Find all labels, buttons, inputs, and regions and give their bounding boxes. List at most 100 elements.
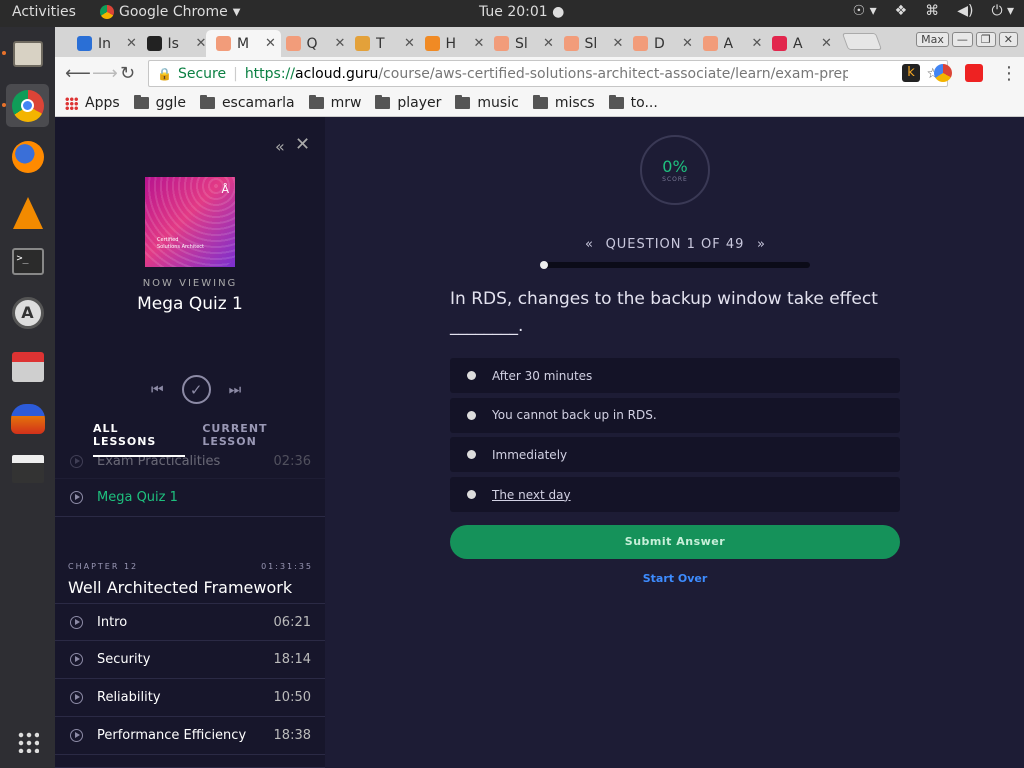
browser-tab[interactable]: Q ✕ — [276, 30, 351, 57]
browser-tab[interactable]: T ✕ — [345, 30, 420, 57]
chrome-icon[interactable] — [6, 84, 49, 127]
new-tab-button[interactable] — [841, 33, 883, 50]
installer-icon[interactable] — [6, 345, 49, 388]
close-tab-icon[interactable]: ✕ — [821, 36, 837, 51]
vlc-icon[interactable] — [6, 191, 49, 234]
clock[interactable]: Tue 20:01 ● — [479, 4, 564, 20]
audacity-icon[interactable] — [6, 397, 49, 440]
browser-tab[interactable]: H ✕ — [415, 30, 490, 57]
tab-title: In — [98, 35, 112, 52]
bookmark-folder[interactable]: escamarla — [199, 95, 295, 111]
submit-answer-button[interactable]: Submit Answer — [450, 525, 900, 559]
lesson-row[interactable]: Reliability 10:50 — [55, 679, 325, 717]
accessibility-icon[interactable]: ☉ ▾ — [853, 3, 877, 19]
course-sidebar: « ✕ Å Certified Solutions Architect NOW … — [55, 117, 325, 768]
lesson-row[interactable]: Exam Practicalities 02:36 — [55, 444, 325, 479]
browser-tab[interactable]: In ✕ — [67, 30, 142, 57]
app-grid-icon[interactable] — [6, 720, 49, 763]
app-menu[interactable]: Google Chrome ▼ — [100, 4, 240, 20]
lesson-duration: 02:36 — [273, 453, 311, 469]
system-top-bar: Activities Google Chrome ▼ Tue 20:01 ● ☉… — [0, 0, 1024, 27]
tab-title: Q — [306, 35, 318, 52]
terminal-icon[interactable]: >_ — [6, 240, 49, 283]
lesson-row[interactable]: Performance Efficiency 18:38 — [55, 717, 325, 755]
lesson-name: Reliability — [97, 690, 161, 705]
radio-icon — [467, 450, 476, 460]
clapper-icon[interactable] — [6, 447, 49, 490]
bookmark-folder[interactable]: mrw — [308, 95, 362, 111]
bookmark-label: Apps — [85, 95, 120, 111]
browser-tab[interactable]: Sl ✕ — [484, 30, 559, 57]
next-question-icon[interactable]: » — [757, 237, 765, 252]
start-over-link[interactable]: Start Over — [450, 572, 900, 585]
now-viewing-label: NOW VIEWING — [142, 278, 238, 289]
answer-option[interactable]: After 30 minutes — [450, 358, 900, 393]
collapse-sidebar-icon[interactable]: « — [275, 137, 285, 156]
lesson-row-partial[interactable] — [55, 755, 325, 768]
chevron-down-icon: ▼ — [232, 6, 241, 18]
play-icon — [70, 615, 83, 629]
previous-lesson-icon[interactable]: ⏮ — [151, 382, 164, 398]
activities-button[interactable]: Activities — [12, 4, 76, 20]
close-sidebar-icon[interactable]: ✕ — [295, 134, 310, 155]
chrome-menu-icon[interactable]: ⋮ — [1000, 63, 1018, 84]
software-updater-icon[interactable]: A — [6, 291, 49, 334]
question-text: In RDS, changes to the backup window tak… — [450, 289, 878, 336]
bookmark-label: mrw — [330, 95, 362, 111]
browser-tab[interactable]: A ✕ — [762, 30, 837, 57]
color-extension-icon[interactable] — [934, 64, 952, 82]
files-icon[interactable] — [6, 32, 49, 75]
bookmark-folder[interactable]: miscs — [532, 95, 595, 111]
address-bar[interactable]: 🔒 Secure | https://acloud.guru/course/aw… — [148, 60, 948, 87]
launcher-dock: >_ A — [0, 27, 55, 768]
bookmark-folder[interactable]: music — [455, 95, 519, 111]
youtube-extension-icon[interactable] — [965, 64, 983, 82]
bookmark-folder[interactable]: to... — [608, 95, 658, 111]
browser-tab[interactable]: A ✕ — [693, 30, 768, 57]
bookmark-folder[interactable]: ggle — [133, 95, 186, 111]
mark-complete-icon[interactable]: ✓ — [181, 375, 211, 404]
k-extension-icon[interactable]: k — [902, 64, 920, 82]
answer-option[interactable]: Immediately — [450, 437, 900, 473]
lesson-row[interactable]: Security 18:14 — [55, 641, 325, 679]
forward-icon[interactable]: ⟶ — [92, 63, 118, 84]
reload-icon[interactable]: ↻ — [120, 63, 135, 84]
tab-favicon-icon — [355, 36, 370, 51]
browser-tab[interactable]: Sl ✕ — [554, 30, 629, 57]
lesson-duration: 18:14 — [273, 652, 311, 667]
browser-tab[interactable]: M ✕ — [206, 30, 281, 57]
browser-tab[interactable]: Is ✕ — [137, 30, 212, 57]
browser-toolbar: ⟵ ⟶ ↻ 🔒 Secure | https://acloud.guru/cou… — [55, 57, 1024, 90]
close-window-button[interactable]: ✕ — [998, 32, 1018, 47]
progress-knob — [540, 261, 548, 269]
minimize-button[interactable]: — — [951, 32, 973, 47]
bookmark-label: to... — [630, 95, 658, 111]
page-content: « ✕ Å Certified Solutions Architect NOW … — [55, 117, 1024, 768]
next-lesson-icon[interactable]: ⏭ — [229, 382, 242, 398]
clock-text: Tue 20:01 — [479, 4, 548, 20]
firefox-icon[interactable] — [6, 135, 49, 178]
power-icon[interactable]: ⏻ ▾ — [991, 3, 1014, 19]
bookmark-apps[interactable]: Apps — [65, 95, 120, 111]
volume-icon[interactable]: ◀) — [957, 3, 973, 19]
system-tray[interactable]: ☉ ▾ ❖ ⌘ ◀) ⏻ ▾ — [853, 3, 1014, 19]
back-icon[interactable]: ⟵ — [65, 63, 91, 84]
tab-favicon-icon — [772, 36, 787, 51]
dropbox-icon[interactable]: ❖ — [895, 3, 908, 19]
network-icon[interactable]: ⌘ — [925, 3, 939, 19]
lesson-row[interactable]: Intro 06:21 — [55, 603, 325, 641]
bookmark-folder[interactable]: player — [375, 95, 441, 111]
cover-line-1: Certified — [157, 237, 179, 243]
answer-option[interactable]: The next day — [450, 477, 900, 513]
tab-favicon-icon — [563, 36, 579, 51]
chapter-title: Well Architected Framework — [68, 578, 293, 597]
maximize-button[interactable]: ❐ — [975, 32, 996, 47]
browser-tab[interactable]: D ✕ — [623, 30, 698, 57]
bookmarks-bar: Apps ggle escamarla mrw player music miscs to..… — [55, 90, 1024, 117]
answer-option[interactable]: You cannot back up in RDS. — [450, 397, 900, 433]
profile-button[interactable]: Max — [916, 32, 949, 47]
previous-question-icon[interactable]: « — [585, 237, 593, 252]
tab-title: Sl — [584, 35, 598, 52]
lesson-row-active[interactable]: Mega Quiz 1 — [55, 479, 325, 517]
tab-title: M — [237, 35, 250, 52]
